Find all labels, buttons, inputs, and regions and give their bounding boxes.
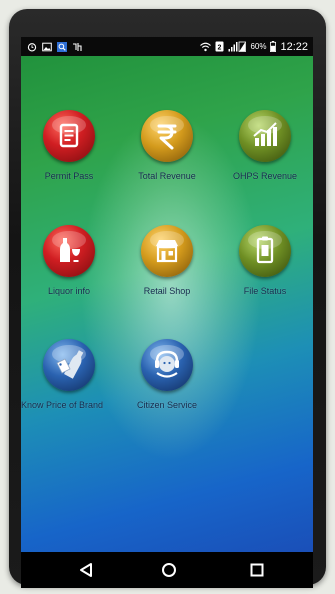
tile-label: OHPS Revenue xyxy=(232,171,298,181)
price-tag-icon xyxy=(43,339,95,391)
tile-label: Know Price of Brand xyxy=(21,400,104,410)
tile-label: Permit Pass xyxy=(44,171,94,181)
notification-icon xyxy=(73,42,82,51)
tile-know-price-of-brand[interactable]: Know Price of Brand xyxy=(21,339,117,439)
recents-button[interactable] xyxy=(237,552,277,588)
navigation-bar xyxy=(21,552,313,588)
wifi-icon xyxy=(200,42,212,51)
signal-icon xyxy=(228,41,247,52)
status-bar: 2 60% 12:22 xyxy=(21,37,313,56)
bar-chart-icon xyxy=(239,110,291,162)
battery-icon xyxy=(270,41,277,52)
back-icon xyxy=(80,563,92,577)
rupee-icon xyxy=(141,110,193,162)
document-icon xyxy=(43,110,95,162)
tile-label: Liquor info xyxy=(47,286,91,296)
home-button[interactable] xyxy=(149,552,189,588)
tile-label: Citizen Service xyxy=(136,400,198,410)
tile-total-revenue[interactable]: Total Revenue xyxy=(119,110,215,190)
tile-label: File Status xyxy=(243,286,287,296)
svg-text:2: 2 xyxy=(218,44,222,51)
tile-label: Retail Shop xyxy=(143,286,191,296)
tile-permit-pass[interactable]: Permit Pass xyxy=(21,110,117,190)
battery-percent: 60% xyxy=(250,42,267,51)
status-left-icons xyxy=(27,40,82,53)
app-screen: 2 60% 12:22 Permit Pass Total Revenue OH… xyxy=(21,37,313,552)
tile-retail-shop[interactable]: Retail Shop xyxy=(119,225,215,305)
status-right: 2 60% 12:22 xyxy=(200,39,308,54)
liquor-icon xyxy=(43,225,95,277)
tile-liquor-info[interactable]: Liquor info xyxy=(21,225,117,305)
recents-icon xyxy=(250,563,264,577)
shop-icon xyxy=(141,225,193,277)
citizen-service-icon xyxy=(141,339,193,391)
tile-label: Total Revenue xyxy=(138,171,196,181)
tile-file-status[interactable]: File Status xyxy=(217,225,313,305)
sim-icon: 2 xyxy=(215,41,224,52)
file-status-icon xyxy=(239,225,291,277)
tile-ohps-revenue[interactable]: OHPS Revenue xyxy=(217,110,313,190)
tile-citizen-service[interactable]: Citizen Service xyxy=(119,339,215,439)
home-icon xyxy=(162,563,176,577)
back-button[interactable] xyxy=(66,552,106,588)
search-icon xyxy=(57,41,67,52)
clock: 12:22 xyxy=(280,40,308,53)
alarm-icon xyxy=(27,42,37,51)
image-icon xyxy=(42,42,52,51)
